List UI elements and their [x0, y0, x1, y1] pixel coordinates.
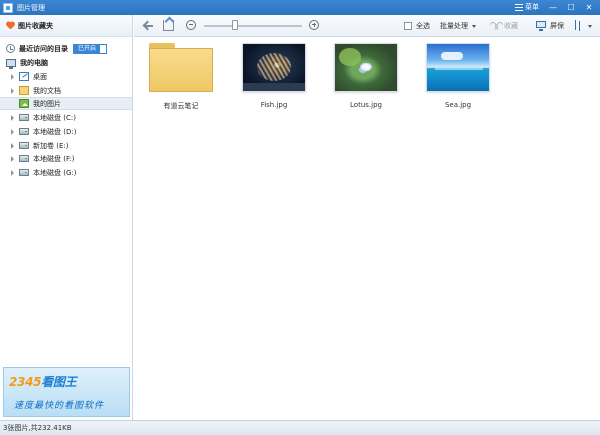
favorites-header[interactable]: 图片收藏夹: [0, 15, 132, 37]
desktop-icon: [19, 72, 29, 81]
up-folder-icon[interactable]: [163, 20, 174, 31]
folder-icon: [149, 43, 213, 92]
expand-arrow-icon[interactable]: [11, 169, 14, 176]
sidebar-item-label: 新加卷 (E:): [33, 141, 69, 150]
status-bar: 3张图片,共232.41KB: [0, 420, 600, 435]
expand-arrow-icon[interactable]: [11, 155, 14, 162]
sidebar-item-drive-e[interactable]: 新加卷 (E:): [0, 139, 132, 152]
expand-arrow-placeholder: [11, 101, 14, 107]
sidebar-item-label: 本地磁盘 (G:): [33, 168, 77, 177]
chevron-down-icon[interactable]: [588, 25, 592, 28]
menu-button[interactable]: 菜单: [515, 2, 539, 12]
thumbnail-caption: Lotus.jpg: [350, 101, 382, 109]
ad-slogan: 速度最快的看图软件: [14, 401, 105, 411]
sidebar-item-pictures[interactable]: 我的图片: [0, 97, 132, 110]
favorite-button[interactable]: 收藏: [504, 15, 518, 37]
sidebar-item-documents[interactable]: 我的文档: [0, 84, 132, 97]
drive-icon: [19, 114, 29, 121]
thumbnail-caption: 有道云笔记: [163, 102, 199, 110]
title-bar: 图片管理 菜单 — ☐ ✕: [0, 0, 600, 15]
lotus-image: [334, 43, 398, 92]
thumbnail-item[interactable]: Sea.jpg: [423, 42, 493, 110]
drive-icon: [19, 142, 29, 149]
toggle-off-part: [100, 44, 107, 53]
status-text: 3张图片,共232.41KB: [3, 424, 72, 432]
sidebar: 图片收藏夹 最近访问的目录 已开启 我的电脑 桌面 我的文档 我的图片 本地磁盘…: [0, 15, 133, 420]
select-all-checkbox[interactable]: [404, 22, 412, 30]
expand-arrow-icon[interactable]: [11, 142, 14, 149]
app-icon: [3, 2, 13, 13]
favorites-label: 图片收藏夹: [18, 21, 53, 30]
zoom-in-icon[interactable]: [309, 20, 319, 30]
computer-row[interactable]: 我的电脑: [0, 56, 132, 69]
recent-dirs-row[interactable]: 最近访问的目录 已开启: [0, 42, 132, 55]
sidebar-item-label: 本地磁盘 (F:): [33, 154, 75, 163]
zoom-out-icon[interactable]: [186, 20, 196, 30]
sidebar-item-drive-g[interactable]: 本地磁盘 (G:): [0, 166, 132, 179]
zoom-slider-thumb[interactable]: [232, 20, 238, 30]
back-arrow-icon[interactable]: [144, 21, 154, 31]
batch-process-button[interactable]: 批量处理: [440, 15, 468, 37]
thumbnail-area: 有道云笔记 Fish.jpg Lotus.jpg Sea.jpg: [134, 38, 600, 420]
sidebar-item-drive-c[interactable]: 本地磁盘 (C:): [0, 111, 132, 124]
monitor-icon[interactable]: [536, 21, 546, 31]
menu-label: 菜单: [525, 3, 539, 11]
folder-body: [149, 48, 213, 92]
select-all-label[interactable]: 全选: [416, 15, 430, 37]
pictures-icon: [19, 99, 29, 108]
computer-label: 我的电脑: [20, 58, 48, 67]
maximize-button[interactable]: ☐: [562, 0, 580, 15]
sidebar-item-drive-f[interactable]: 本地磁盘 (F:): [0, 152, 132, 165]
menu-icon: [515, 3, 523, 11]
toggle-on-label: 已开启: [74, 44, 101, 53]
toolbar: 全选 批量处理 收藏 屏保: [134, 15, 600, 37]
minimize-button[interactable]: —: [544, 0, 562, 15]
sidebar-item-drive-d[interactable]: 本地磁盘 (D:): [0, 125, 132, 138]
thumbnail-caption: Sea.jpg: [444, 101, 472, 109]
sidebar-item-label: 本地磁盘 (C:): [33, 113, 76, 122]
thumbnail-item[interactable]: Fish.jpg: [239, 42, 309, 110]
thumbnail-item[interactable]: Lotus.jpg: [331, 42, 401, 110]
fish-image: [242, 43, 306, 92]
expand-arrow-icon[interactable]: [11, 114, 14, 121]
ad-banner[interactable]: 2345看图王 速度最快的看图软件: [3, 367, 130, 417]
chevron-down-icon[interactable]: [472, 25, 476, 28]
sea-image: [426, 43, 490, 92]
window-title: 图片管理: [17, 3, 45, 12]
close-button[interactable]: ✕: [580, 0, 598, 15]
screensaver-button[interactable]: 屏保: [550, 15, 564, 37]
clock-icon: [6, 44, 15, 53]
computer-icon: [6, 58, 16, 69]
expand-arrow-icon[interactable]: [11, 128, 14, 135]
recent-dirs-toggle[interactable]: 已开启: [73, 43, 108, 54]
sidebar-item-label: 桌面: [33, 72, 47, 81]
sort-icon[interactable]: [574, 20, 584, 31]
ad-brand-num: 2345: [9, 375, 42, 389]
drive-icon: [19, 169, 29, 176]
thumbnail-caption: Fish.jpg: [260, 101, 288, 109]
sidebar-item-label: 我的文档: [33, 86, 61, 95]
sidebar-item-label: 我的图片: [33, 99, 61, 108]
ad-brand: 2345看图王: [9, 373, 77, 390]
heart-outline-icon[interactable]: [492, 22, 501, 30]
thumbnail-item[interactable]: 有道云笔记: [146, 42, 216, 110]
ad-brand-text: 看图王: [41, 375, 77, 389]
drive-icon: [19, 155, 29, 162]
sidebar-item-desktop[interactable]: 桌面: [0, 70, 132, 83]
expand-arrow-icon[interactable]: [11, 73, 14, 80]
zoom-slider-track[interactable]: [204, 25, 302, 27]
sidebar-item-label: 本地磁盘 (D:): [33, 127, 77, 136]
expand-arrow-icon[interactable]: [11, 87, 14, 94]
drive-icon: [19, 128, 29, 135]
documents-icon: [19, 86, 29, 95]
heart-icon: [6, 22, 15, 30]
recent-dirs-label: 最近访问的目录: [19, 44, 68, 53]
